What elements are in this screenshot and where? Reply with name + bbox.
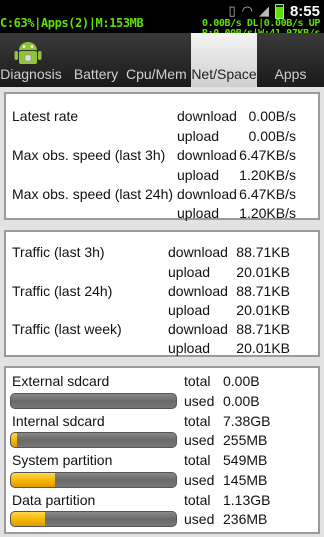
upload-value: 1.20KB/s xyxy=(239,205,296,221)
download-label: download xyxy=(177,108,237,124)
traffic-card: Traffic (last 3h) download 88.71KB uploa… xyxy=(4,230,320,357)
clock: 8:55 xyxy=(289,2,320,20)
usage-bar-fill xyxy=(11,473,55,487)
download-value: 88.71KB xyxy=(236,244,290,260)
traffic-label: Traffic (last 3h) xyxy=(12,244,105,260)
download-label: download xyxy=(177,186,237,202)
used-value: 236MB xyxy=(223,511,268,527)
usage-bar xyxy=(10,511,177,527)
download-value: 6.47KB/s xyxy=(239,147,296,163)
total-label: total xyxy=(184,452,211,468)
traffic-label: Traffic (last 24h) xyxy=(12,283,113,299)
total-label: total xyxy=(184,373,211,389)
download-label: download xyxy=(168,321,228,337)
used-label: used xyxy=(184,432,215,448)
download-label: download xyxy=(168,244,228,260)
download-label: download xyxy=(177,147,237,163)
download-value: 88.71KB xyxy=(236,283,290,299)
storage-label: Internal sdcard xyxy=(12,413,105,429)
storage-label: System partition xyxy=(12,452,113,468)
used-value: 145MB xyxy=(223,472,268,488)
upload-value: 20.01KB xyxy=(236,264,290,280)
used-label: used xyxy=(184,511,215,527)
upload-value: 0.00B/s xyxy=(248,128,296,144)
usage-bar-fill xyxy=(11,433,17,447)
used-value: 255MB xyxy=(223,432,268,448)
rates-card: Latest rate download 0.00B/s upload 0.00… xyxy=(4,92,320,221)
download-value: 0.00B/s xyxy=(248,108,296,124)
usage-bar xyxy=(10,472,177,488)
tab-bar: Diagnosis Battery Cpu/Mem Net/Space Apps xyxy=(0,33,324,87)
total-value: 1.13GB xyxy=(223,492,271,508)
rate-label: Latest rate xyxy=(12,108,79,124)
upload-label: upload xyxy=(168,340,211,356)
used-value: 0.00B xyxy=(223,393,260,409)
battery-icon xyxy=(274,3,284,19)
upload-value: 20.01KB xyxy=(236,340,290,356)
main-content: Latest rate download 0.00B/s upload 0.00… xyxy=(0,87,324,537)
total-value: 7.38GB xyxy=(223,413,271,429)
storage-card: External sdcard total 0.00B used 0.00B I… xyxy=(4,366,320,534)
rate-label: Max obs. speed (last 3h) xyxy=(12,147,166,163)
download-value: 6.47KB/s xyxy=(239,186,296,202)
signal-icon: ◢ xyxy=(258,3,269,19)
tab-battery[interactable]: Battery xyxy=(66,33,126,87)
traffic-label: Traffic (last week) xyxy=(12,321,122,337)
usage-bar xyxy=(10,432,177,448)
tab-diagnosis[interactable]: Diagnosis xyxy=(0,33,62,87)
total-value: 549MB xyxy=(223,452,268,468)
rate-label: Max obs. speed (last 24h) xyxy=(12,186,174,202)
upload-label: upload xyxy=(177,167,220,183)
used-label: used xyxy=(184,472,215,488)
tab-cpu-mem[interactable]: Cpu/Mem xyxy=(126,33,190,87)
system-summary-text: C:63%|Apps(2)|M:153MB xyxy=(0,16,144,30)
total-label: total xyxy=(184,413,211,429)
download-label: download xyxy=(168,283,228,299)
wifi-icon: ◠ xyxy=(241,3,253,19)
usage-bar xyxy=(10,393,177,409)
download-value: 88.71KB xyxy=(236,321,290,337)
usage-bar-fill xyxy=(11,512,45,526)
upload-label: upload xyxy=(177,205,220,221)
storage-label: External sdcard xyxy=(12,373,110,389)
total-value: 0.00B xyxy=(223,373,260,389)
tab-net-space[interactable]: Net/Space xyxy=(191,33,257,87)
upload-label: upload xyxy=(177,128,220,144)
total-label: total xyxy=(184,492,211,508)
vibrate-icon: ▯ xyxy=(228,3,236,19)
storage-label: Data partition xyxy=(12,492,96,508)
used-label: used xyxy=(184,393,215,409)
upload-label: upload xyxy=(168,264,211,280)
upload-label: upload xyxy=(168,302,211,318)
upload-value: 20.01KB xyxy=(236,302,290,318)
tab-apps[interactable]: Apps xyxy=(257,33,324,87)
upload-value: 1.20KB/s xyxy=(239,167,296,183)
